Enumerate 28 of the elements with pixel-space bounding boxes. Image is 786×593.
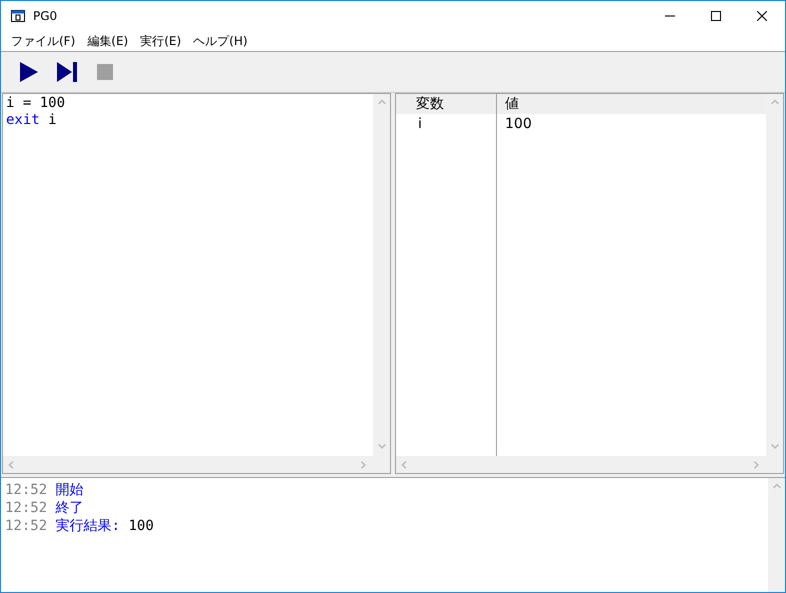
menu-item[interactable]: ファイル(F) (5, 32, 82, 50)
play-icon (19, 61, 39, 83)
app-icon (11, 10, 25, 22)
skip-forward-icon (56, 61, 78, 83)
vertical-scrollbar[interactable] (768, 478, 785, 592)
log-line: 12:52 開始 (5, 481, 85, 499)
vertical-scrollbar[interactable] (373, 94, 390, 456)
menu-item[interactable]: ヘルプ(H) (187, 32, 254, 50)
scroll-right-icon[interactable] (752, 460, 762, 470)
menu-item[interactable]: 編集(E) (81, 32, 134, 50)
menu-item[interactable]: 実行(E) (134, 32, 188, 50)
scroll-right-icon[interactable] (359, 460, 369, 470)
column-header[interactable]: 変数 (396, 94, 496, 114)
code-line: i = 100 (6, 95, 66, 112)
table-cell-text: i (417, 115, 423, 134)
window-title: PG0 (33, 9, 58, 23)
vertical-scrollbar[interactable] (766, 94, 783, 456)
horizontal-scrollbar[interactable] (396, 456, 766, 473)
code-line: exit i (6, 112, 58, 129)
code-editor[interactable]: i = 100 exit i (2, 93, 391, 474)
stop-icon (97, 64, 113, 80)
log-line: 12:52 終了 (5, 499, 85, 517)
horizontal-scrollbar[interactable] (3, 456, 373, 473)
scroll-down-icon[interactable] (376, 442, 386, 452)
close-icon (757, 11, 767, 21)
log-line: 12:52 実行結果: 100 (5, 517, 155, 535)
scroll-down-icon[interactable] (770, 442, 780, 452)
maximize-icon (711, 11, 721, 21)
